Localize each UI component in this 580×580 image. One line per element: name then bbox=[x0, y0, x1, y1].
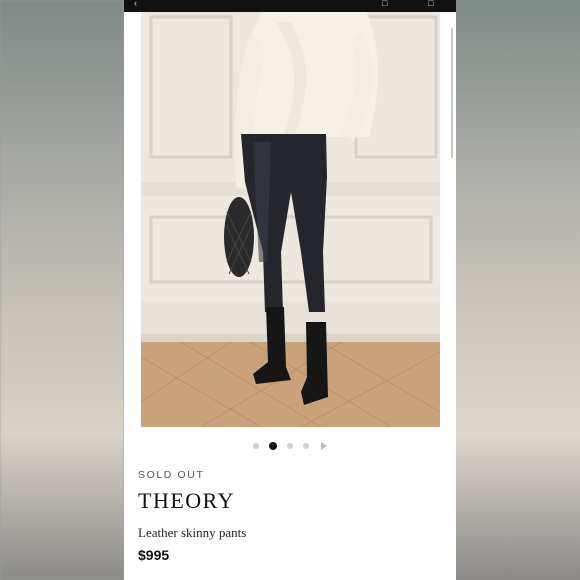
product-screen: ‹ □ □ SOLD OUT THEORY Leather skinny pan… bbox=[124, 0, 456, 580]
top-bar: ‹ □ □ bbox=[124, 0, 456, 12]
product-photo-illustration bbox=[141, 12, 440, 427]
blurred-background-right bbox=[456, 0, 580, 580]
stock-status: SOLD OUT bbox=[138, 469, 205, 481]
bag-icon[interactable]: □ bbox=[428, 0, 433, 8]
product-image[interactable] bbox=[141, 12, 440, 427]
gallery-dot-active[interactable] bbox=[269, 442, 277, 450]
brand-name[interactable]: THEORY bbox=[138, 488, 235, 514]
product-price: $995 bbox=[138, 547, 170, 563]
blurred-background-left bbox=[0, 0, 124, 580]
gallery-dot[interactable] bbox=[287, 443, 293, 449]
product-name: Leather skinny pants bbox=[138, 525, 247, 540]
share-icon[interactable]: □ bbox=[382, 0, 387, 8]
gallery-pagination bbox=[124, 440, 456, 452]
gallery-dot[interactable] bbox=[303, 443, 309, 449]
back-icon[interactable]: ‹ bbox=[134, 0, 137, 8]
gallery-dot[interactable] bbox=[253, 443, 259, 449]
next-slide-icon[interactable] bbox=[321, 442, 327, 450]
scrollbar[interactable] bbox=[451, 28, 453, 158]
